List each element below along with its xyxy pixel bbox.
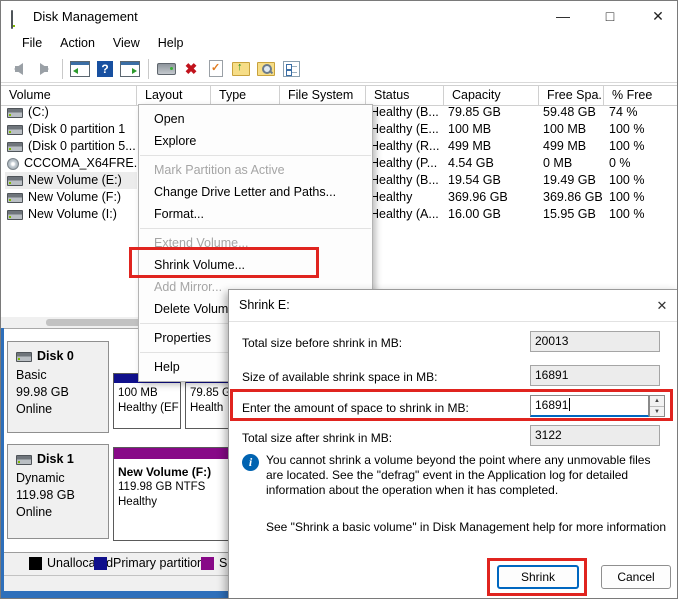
dialog-title-separator xyxy=(229,321,678,322)
toolbar: ? ✖ ✓ ↑ xyxy=(1,55,678,83)
help-icon[interactable]: ? xyxy=(93,58,117,80)
dialog-close-icon[interactable]: ✕ xyxy=(649,294,675,318)
info-text: You cannot shrink a volume beyond the po… xyxy=(266,453,670,498)
disk-icon xyxy=(7,210,23,220)
disk-icon xyxy=(7,125,23,135)
col-capacity[interactable]: Capacity xyxy=(444,86,539,105)
dialog-title: Shrink E: xyxy=(239,298,290,312)
disk-icon xyxy=(7,176,23,186)
disk1-label-box[interactable]: Disk 1 Dynamic 119.98 GB Online xyxy=(7,444,109,539)
menu-separator xyxy=(140,228,371,229)
label-total-before: Total size before shrink in MB: xyxy=(242,336,402,350)
disk0-status: Online xyxy=(16,401,108,418)
col-status[interactable]: Status xyxy=(366,86,444,105)
annotation-shrink-button xyxy=(487,558,587,596)
disk0-label-box[interactable]: Disk 0 Basic 99.98 GB Online xyxy=(7,341,109,433)
disk0-kind: Basic xyxy=(16,367,108,384)
menu-view[interactable]: View xyxy=(104,33,149,53)
label-available-shrink: Size of available shrink space in MB: xyxy=(242,370,437,384)
field-total-after: 3122 xyxy=(530,425,660,446)
forward-icon[interactable] xyxy=(32,58,56,80)
col-freespace[interactable]: Free Spa... xyxy=(539,86,604,105)
annotation-amount-row xyxy=(230,389,673,421)
help-text: See "Shrink a basic volume" in Disk Mana… xyxy=(266,520,670,534)
menu-bar: File Action View Help xyxy=(1,31,678,55)
info-icon: i xyxy=(242,454,259,471)
show-action-pane-icon[interactable] xyxy=(118,58,142,80)
legend-unallocated-swatch xyxy=(29,557,42,570)
maximize-button[interactable]: □ xyxy=(593,1,627,31)
disk1-status: Online xyxy=(16,504,108,521)
col-layout[interactable]: Layout xyxy=(137,86,211,105)
legend-simple-label: S xyxy=(219,556,227,570)
task-check-icon[interactable]: ✓ xyxy=(204,58,228,80)
disk-icon xyxy=(16,455,32,465)
toolbar-separator xyxy=(62,59,63,79)
menu-item-explore[interactable]: Explore xyxy=(139,130,372,152)
cancel-button[interactable]: Cancel xyxy=(601,565,671,589)
disk-management-window: Disk Management — □ ✕ File Action View H… xyxy=(0,0,678,599)
annotation-shrink-volume xyxy=(129,247,319,278)
menu-item-mark-partition-active: Mark Partition as Active xyxy=(139,159,372,181)
app-icon xyxy=(11,10,13,29)
menu-action[interactable]: Action xyxy=(51,33,104,53)
legend-simple-swatch xyxy=(201,557,214,570)
title-bar: Disk Management — □ ✕ xyxy=(1,1,678,31)
disk-icon xyxy=(16,352,32,362)
shrink-dialog: Shrink E: ✕ Total size before shrink in … xyxy=(228,289,678,599)
menu-item-format[interactable]: Format... xyxy=(139,203,372,225)
window-title: Disk Management xyxy=(33,9,138,24)
folder-search-icon[interactable] xyxy=(254,58,278,80)
menu-item-open[interactable]: Open xyxy=(139,108,372,130)
toolbar-separator xyxy=(148,59,149,79)
col-pctfree[interactable]: % Free xyxy=(604,86,678,105)
back-icon[interactable] xyxy=(7,58,31,80)
disk1-size: 119.98 GB xyxy=(16,487,108,504)
disk-icon xyxy=(7,142,23,152)
volume-table-header: Volume Layout Type File System Status Ca… xyxy=(1,85,678,106)
minimize-button[interactable]: — xyxy=(546,1,580,31)
menu-separator xyxy=(140,155,371,156)
disk0-size: 99.98 GB xyxy=(16,384,108,401)
col-filesystem[interactable]: File System xyxy=(280,86,366,105)
menu-file[interactable]: File xyxy=(13,33,51,53)
close-button[interactable]: ✕ xyxy=(641,1,675,31)
col-volume[interactable]: Volume xyxy=(1,86,137,105)
folder-up-icon[interactable]: ↑ xyxy=(229,58,253,80)
disk-icon xyxy=(7,193,23,203)
field-total-before: 20013 xyxy=(530,331,660,352)
show-console-tree-icon[interactable] xyxy=(68,58,92,80)
desktop-background xyxy=(1,328,4,599)
disk-icon xyxy=(7,108,23,118)
col-type[interactable]: Type xyxy=(211,86,280,105)
legend-primary-label: Primary partition xyxy=(113,556,204,570)
menu-item-change-drive-letter[interactable]: Change Drive Letter and Paths... xyxy=(139,181,372,203)
cd-icon xyxy=(7,158,19,170)
delete-icon[interactable]: ✖ xyxy=(179,58,203,80)
menu-help[interactable]: Help xyxy=(149,33,193,53)
field-available-shrink: 16891 xyxy=(530,365,660,386)
label-total-after: Total size after shrink in MB: xyxy=(242,431,392,445)
legend-primary-swatch xyxy=(94,557,107,570)
disk1-kind: Dynamic xyxy=(16,470,108,487)
disk-console-icon[interactable] xyxy=(154,58,178,80)
details-list-icon[interactable] xyxy=(279,58,303,80)
